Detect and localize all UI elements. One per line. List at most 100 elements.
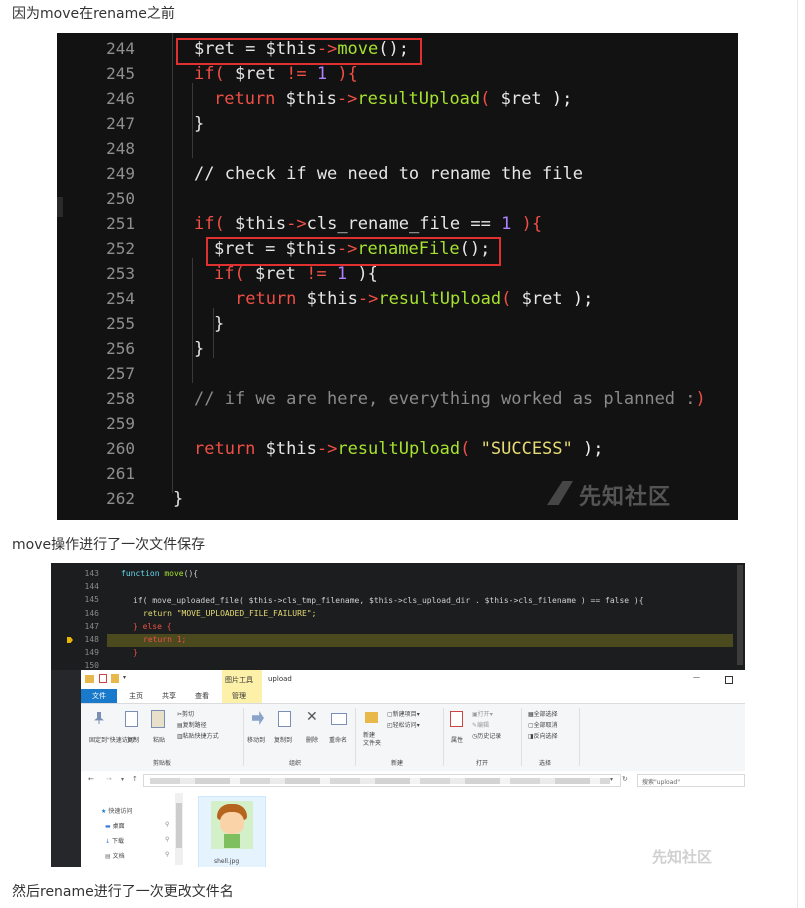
select-none-button[interactable]: ▢全部取消: [528, 720, 558, 729]
paste-icon[interactable]: [151, 710, 165, 728]
new-folder-icon[interactable]: [365, 712, 378, 723]
explorer-titlebar: ▾ 图片工具 upload —: [81, 670, 745, 689]
watermark-logo-icon: [547, 481, 573, 505]
delete-label[interactable]: 删除: [306, 735, 318, 744]
paragraph-2: move操作进行了一次文件保存: [12, 537, 206, 553]
properties-label[interactable]: 属性: [451, 735, 463, 744]
tab-home[interactable]: 主页: [129, 691, 143, 701]
properties-qat-icon[interactable]: [99, 674, 107, 683]
open-button[interactable]: ▣打开▾: [472, 709, 493, 718]
nav-item-quick-access[interactable]: ★ 快速访问: [101, 806, 132, 815]
copy-to-icon[interactable]: [278, 711, 291, 727]
copy-label[interactable]: 复制: [127, 735, 139, 744]
code-line-249: // check if we need to rename the file: [194, 164, 583, 184]
context-tab-label: 图片工具: [225, 676, 253, 684]
qat-dropdown-icon[interactable]: ▾: [123, 674, 126, 681]
properties-icon[interactable]: [450, 711, 463, 727]
copy-icon[interactable]: [125, 711, 138, 727]
code2-line-145: if( move_uploaded_file( $this->cls_tmp_f…: [133, 596, 644, 605]
move-to-label[interactable]: 移动到: [247, 735, 265, 744]
address-input[interactable]: [143, 774, 621, 787]
file-name: shell.jpg: [214, 858, 240, 865]
line-number: 254: [106, 289, 135, 308]
new-item-button[interactable]: ▢新建项目▾: [387, 709, 420, 718]
code-line-254: return $this->resultUpload( $ret );: [235, 289, 594, 309]
move-to-icon[interactable]: [252, 711, 264, 725]
nav-item-desktop[interactable]: ▬ 桌面 ⚲: [105, 821, 169, 830]
paste-label[interactable]: 粘贴: [153, 735, 165, 744]
search-input[interactable]: 搜索"upload": [637, 774, 745, 787]
tab-share[interactable]: 共享: [162, 691, 176, 701]
delete-icon[interactable]: ✕: [306, 709, 318, 725]
nav-label: 下载: [111, 838, 124, 845]
paste-shortcut-button[interactable]: ▥粘贴快捷方式: [177, 731, 219, 740]
recent-locations-icon[interactable]: ▾: [121, 776, 124, 783]
cartoon-body: [224, 834, 240, 848]
cut-button[interactable]: ✂剪切: [177, 709, 194, 718]
code-line-256: }: [194, 339, 205, 359]
easy-access-label: 轻松访问: [392, 722, 417, 729]
code2-line-146: return "MOVE_UPLOADED_FILE_FAILURE";: [143, 609, 317, 618]
invert-selection-button[interactable]: ◨反向选择: [528, 731, 558, 740]
new-folder-qat-icon[interactable]: [111, 674, 119, 683]
dropdown-arrow-icon: ▾: [489, 711, 493, 718]
folder-icon: [85, 675, 94, 683]
group-label-open: 打开: [476, 760, 489, 767]
line-number: 259: [106, 414, 135, 433]
code-line-251: if( $this->cls_rename_file == 1 ){: [194, 214, 543, 234]
edit-button[interactable]: ✎编辑: [472, 720, 489, 729]
line-number: 244: [106, 39, 135, 58]
highlight-box-move: [176, 38, 422, 65]
new-folder-label[interactable]: 新建 文件夹: [363, 732, 381, 748]
pinned-icon: ⚲: [165, 851, 170, 858]
minimize-button[interactable]: —: [693, 673, 700, 681]
watermark-text: 先知社区: [579, 485, 672, 510]
rename-label[interactable]: 重命名: [329, 735, 347, 744]
nav-label: 桌面: [112, 823, 125, 830]
group-label-organize: 组织: [289, 760, 302, 767]
line-number: 252: [106, 239, 135, 258]
back-arrow-icon[interactable]: ←: [88, 775, 94, 783]
forward-arrow-icon[interactable]: →: [106, 775, 112, 783]
open-label: 打开: [477, 711, 490, 718]
line-number: 261: [106, 464, 135, 483]
easy-access-button[interactable]: ◰轻松访问▾: [387, 720, 420, 729]
line-number: 258: [106, 389, 135, 408]
refresh-icon[interactable]: ↻: [622, 775, 628, 783]
line-number: 246: [106, 89, 135, 108]
code2-line-147: } else {: [133, 622, 172, 631]
rename-icon[interactable]: [331, 713, 347, 725]
file-item-shell-jpg[interactable]: shell.jpg: [198, 796, 266, 867]
navigation-pane: ★ 快速访问 ▬ 桌面 ⚲ ↓ 下载 ⚲ ▤ 文档 ⚲: [81, 790, 186, 867]
nav-scrollbar-thumb[interactable]: [176, 803, 182, 848]
nav-scrollbar[interactable]: [175, 793, 183, 865]
nav-item-documents[interactable]: ▤ 文档 ⚲: [105, 851, 169, 860]
nav-item-downloads[interactable]: ↓ 下载 ⚲: [105, 836, 169, 845]
tab-manage-label: 管理: [232, 692, 246, 700]
ribbon-separator: [521, 708, 522, 766]
paragraph-1: 因为move在rename之前: [12, 6, 175, 22]
nav-label: 文档: [112, 853, 125, 860]
select-all-button[interactable]: ▦全部选择: [528, 709, 558, 718]
indent-guide: [192, 258, 193, 383]
page-border: [797, 0, 798, 908]
copy-to-label[interactable]: 复制到: [274, 735, 292, 744]
code2-line-149: }: [133, 648, 138, 657]
paragraph-3: 然后rename进行了一次更改文件名: [12, 884, 234, 900]
copy-path-button[interactable]: ▤复制路径: [177, 720, 207, 729]
history-button[interactable]: ◷历史记录: [472, 731, 501, 740]
line-number: 255: [106, 314, 135, 333]
address-dropdown-icon[interactable]: ▾: [610, 776, 613, 783]
line-number: 147: [84, 621, 99, 631]
line-number: 251: [106, 214, 135, 233]
pin-icon[interactable]: [94, 712, 104, 724]
maximize-button[interactable]: [725, 676, 733, 684]
invert-selection-label: 反向选择: [533, 733, 558, 740]
editor-sidebar: [51, 670, 81, 867]
current-line-highlight: [107, 634, 733, 647]
paste-shortcut-label: 粘贴快捷方式: [182, 733, 219, 740]
code-line-245: if( $ret != 1 ){: [194, 64, 358, 84]
tab-view[interactable]: 查看: [195, 691, 209, 701]
up-arrow-icon[interactable]: ↑: [132, 775, 138, 783]
minimap-scrollbar[interactable]: [737, 565, 743, 665]
